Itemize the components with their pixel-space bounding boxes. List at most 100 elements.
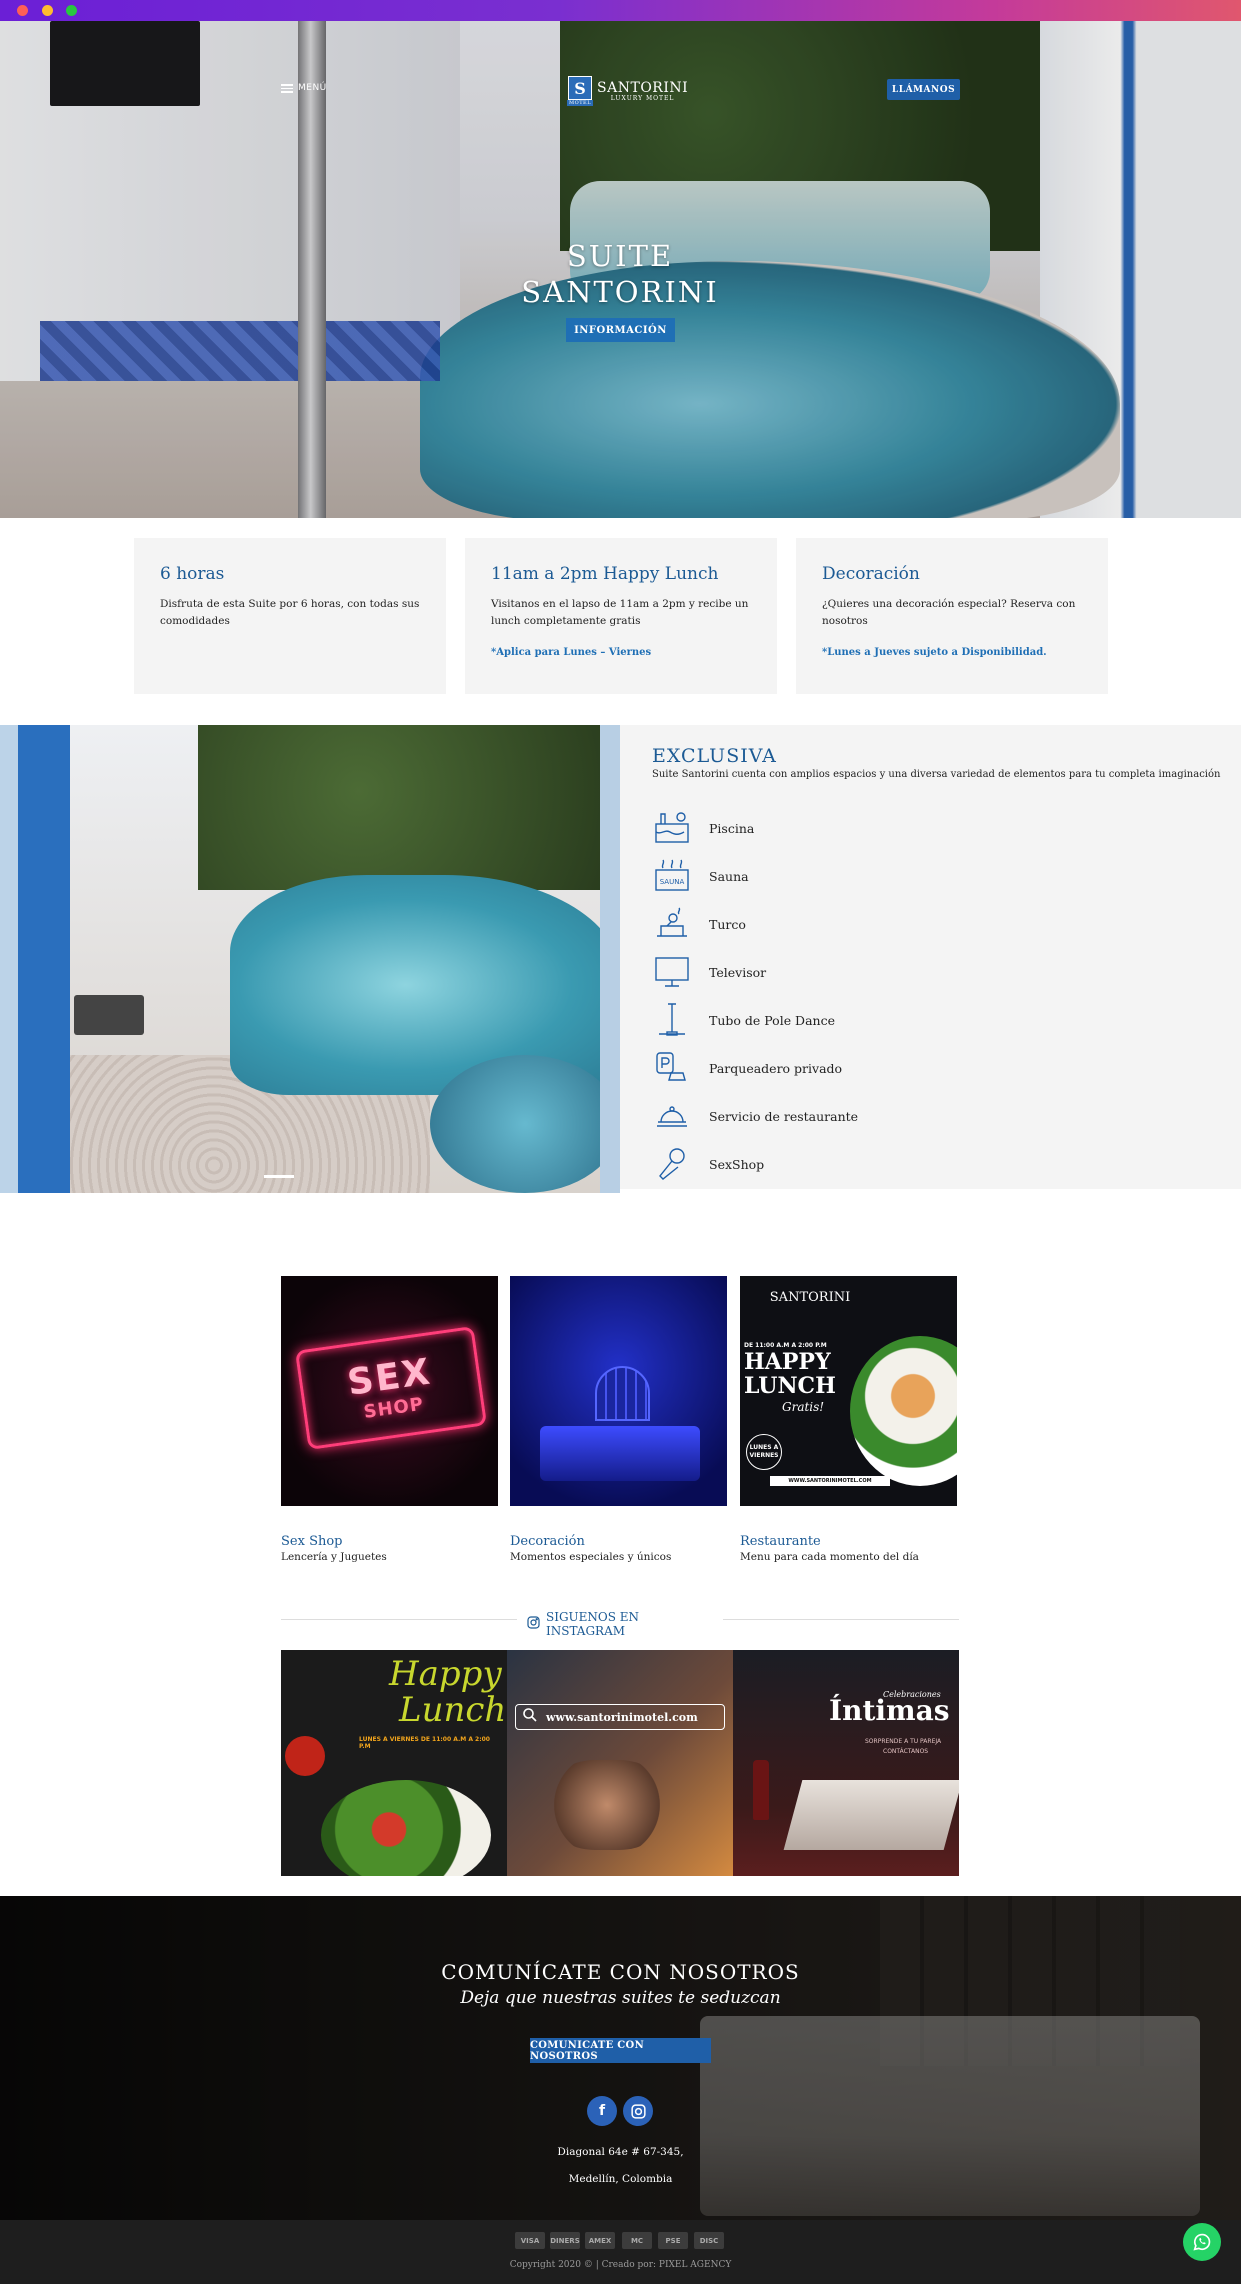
- divider: [281, 1619, 517, 1620]
- contact-button[interactable]: COMUNICATE CON NOSOTROS: [530, 2038, 711, 2063]
- ig3-wine: [753, 1760, 769, 1820]
- info-button[interactable]: INFORMACIÓN: [566, 318, 675, 342]
- card-decoracion: Decoración ¿Quieres una decoración espec…: [796, 538, 1108, 694]
- address-line-1: Diagonal 64e # 67-345,: [557, 2146, 684, 2158]
- amenity-item: Televisor: [652, 953, 766, 991]
- instagram-title[interactable]: SIGUENOS EN INSTAGRAM: [527, 1610, 717, 1638]
- site-logo[interactable]: S MOTEL SANTORINI LUXURY MOTEL: [567, 76, 688, 106]
- amenity-item: Servicio de restaurante: [652, 1097, 858, 1135]
- logo-sub: LUXURY MOTEL: [610, 94, 675, 102]
- feature-cards: 6 horas Disfruta de esta Suite por 6 hor…: [134, 538, 1108, 694]
- ig2-hands: [547, 1760, 667, 1850]
- steam-bath-icon: [652, 905, 692, 943]
- call-button[interactable]: LLÁMANOS: [887, 79, 960, 100]
- instagram-post[interactable]: www.santorinimotel.com: [507, 1650, 733, 1876]
- jacuzzi: [430, 1055, 620, 1193]
- menu-label: MENÚ: [298, 83, 327, 93]
- divider: [723, 1619, 959, 1620]
- hero-section: MENÚ S MOTEL SANTORINI LUXURY MOTEL LLÁM…: [0, 21, 1241, 518]
- promo3-food: [850, 1336, 957, 1486]
- parking-icon: [652, 1049, 692, 1087]
- pool-icon: [652, 809, 692, 847]
- pole-dance-icon: [652, 1001, 692, 1039]
- close-window-icon[interactable]: [17, 5, 28, 16]
- address-line-2: Medellín, Colombia: [568, 2173, 673, 2185]
- microphone-icon: [652, 1145, 692, 1183]
- visa-icon: VISA: [515, 2232, 545, 2249]
- promo3-hours: DE 11:00 A.M A 2:00 P.M: [744, 1342, 827, 1349]
- instagram-post[interactable]: Happy Lunch LUNES A VIERNES DE 11:00 A.M…: [281, 1650, 507, 1876]
- tv-icon: [652, 953, 692, 991]
- card-text: ¿Quieres una decoración especial? Reserv…: [822, 598, 1076, 627]
- promo3-logo: SANTORINI: [769, 1290, 851, 1305]
- card-6-horas: 6 horas Disfruta de esta Suite por 6 hor…: [134, 538, 446, 694]
- ig3-text-contactanos: CONTÁCTANOS: [883, 1748, 929, 1755]
- chair: [74, 995, 144, 1035]
- card-text: Visitanos en el lapso de 11am a 2pm y re…: [491, 598, 749, 627]
- exclusiva-panel: EXCLUSIVA Suite Santorini cuenta con amp…: [620, 725, 1241, 1189]
- exclusiva-title: EXCLUSIVA: [652, 745, 777, 767]
- amenity-label: Servicio de restaurante: [709, 1108, 859, 1124]
- ig3-text-sorprende: SORPRENDE A TU PAREJA: [865, 1738, 942, 1745]
- instagram-post[interactable]: Celebraciones Íntimas SORPRENDE A TU PAR…: [733, 1650, 959, 1876]
- logo-name: SANTORINI: [597, 79, 689, 96]
- contact-subtitle: Deja que nuestras suites te seduzcan: [460, 1988, 781, 2008]
- ig1-text-hours: LUNES A VIERNES DE 11:00 A.M A 2:00 P.M: [359, 1736, 490, 1750]
- ig1-text-lunch: Lunch: [399, 1690, 507, 1730]
- window-titlebar: [0, 0, 1241, 21]
- side-bar-light: [0, 725, 18, 1193]
- photo-edge: [600, 725, 620, 1193]
- copyright: Copyright 2020 © | Creado por: PIXEL AGE…: [509, 2260, 732, 2270]
- svg-text:SAUNA: SAUNA: [660, 878, 685, 886]
- facebook-icon[interactable]: f: [587, 2096, 617, 2126]
- promo-sexshop-image[interactable]: SEX SHOP: [281, 1276, 498, 1506]
- ig3-table: [783, 1780, 959, 1850]
- hero-title-line1: SUITE: [566, 239, 674, 273]
- amex-icon: AMEX: [585, 2232, 615, 2249]
- pse-icon: PSE: [658, 2232, 688, 2249]
- card-title: 11am a 2pm Happy Lunch: [491, 564, 719, 584]
- hero-title-line2: SANTORINI: [521, 275, 719, 309]
- amenity-label: Piscina: [709, 820, 755, 836]
- room-bed: [540, 1426, 700, 1481]
- promo-label[interactable]: Sex Shop Lencería y Juguetes: [281, 1534, 387, 1563]
- card-title: Decoración: [822, 564, 920, 584]
- ig1-salad: [321, 1780, 491, 1876]
- whatsapp-icon[interactable]: [1183, 2223, 1221, 2261]
- amenity-item: Tubo de Pole Dance: [652, 1001, 835, 1039]
- logo-text: SANTORINI LUXURY MOTEL: [597, 81, 688, 102]
- contact-title: COMUNÍCATE CON NOSOTROS: [441, 1960, 800, 1984]
- promo-title: Decoración: [510, 1534, 585, 1549]
- discover-icon: DISC: [694, 2232, 724, 2249]
- logo-mark: S: [568, 76, 593, 100]
- diners-icon: DINERS: [550, 2232, 580, 2249]
- maximize-window-icon[interactable]: [66, 5, 77, 16]
- instagram-social-icon[interactable]: [623, 2096, 653, 2126]
- ig2-searchbar: www.santorinimotel.com: [515, 1704, 725, 1730]
- menu-button[interactable]: MENÚ: [281, 83, 327, 93]
- amenity-label: Sauna: [709, 868, 749, 884]
- restaurant-icon: [652, 1097, 692, 1135]
- slider-dot[interactable]: [264, 1175, 294, 1178]
- room-window: [595, 1366, 650, 1421]
- hamburger-icon: [281, 83, 293, 93]
- amenity-label: Tubo de Pole Dance: [709, 1012, 835, 1028]
- ig1-tomato: [285, 1736, 325, 1776]
- sauna-icon: SAUNA: [652, 857, 692, 895]
- instagram-heading: SIGUENOS EN INSTAGRAM: [281, 1610, 959, 1638]
- promo-restaurante-image[interactable]: SANTORINI DE 11:00 A.M A 2:00 P.M HAPPY …: [740, 1276, 957, 1506]
- promo-label[interactable]: Decoración Momentos especiales y únicos: [510, 1534, 671, 1563]
- promo3-headline: HAPPY LUNCH: [744, 1349, 836, 1399]
- ig3-text-intimas: Íntimas: [829, 1694, 950, 1727]
- promo-decoracion-image[interactable]: [510, 1276, 727, 1506]
- suite-photo: [0, 725, 620, 1193]
- promo3-gratis: Gratis!: [782, 1400, 825, 1414]
- promo-title: Restaurante: [740, 1534, 821, 1549]
- promo-label[interactable]: Restaurante Menu para cada momento del d…: [740, 1534, 919, 1563]
- minimize-window-icon[interactable]: [42, 5, 53, 16]
- card-note: *Lunes a Jueves sujeto a Disponibilidad.: [822, 647, 1047, 658]
- instagram-icon: [527, 1616, 540, 1632]
- amenity-item: Parqueadero privado: [652, 1049, 842, 1087]
- contact-section: COMUNÍCATE CON NOSOTROS Deja que nuestra…: [0, 1896, 1241, 2220]
- promo-title: Sex Shop: [281, 1534, 343, 1549]
